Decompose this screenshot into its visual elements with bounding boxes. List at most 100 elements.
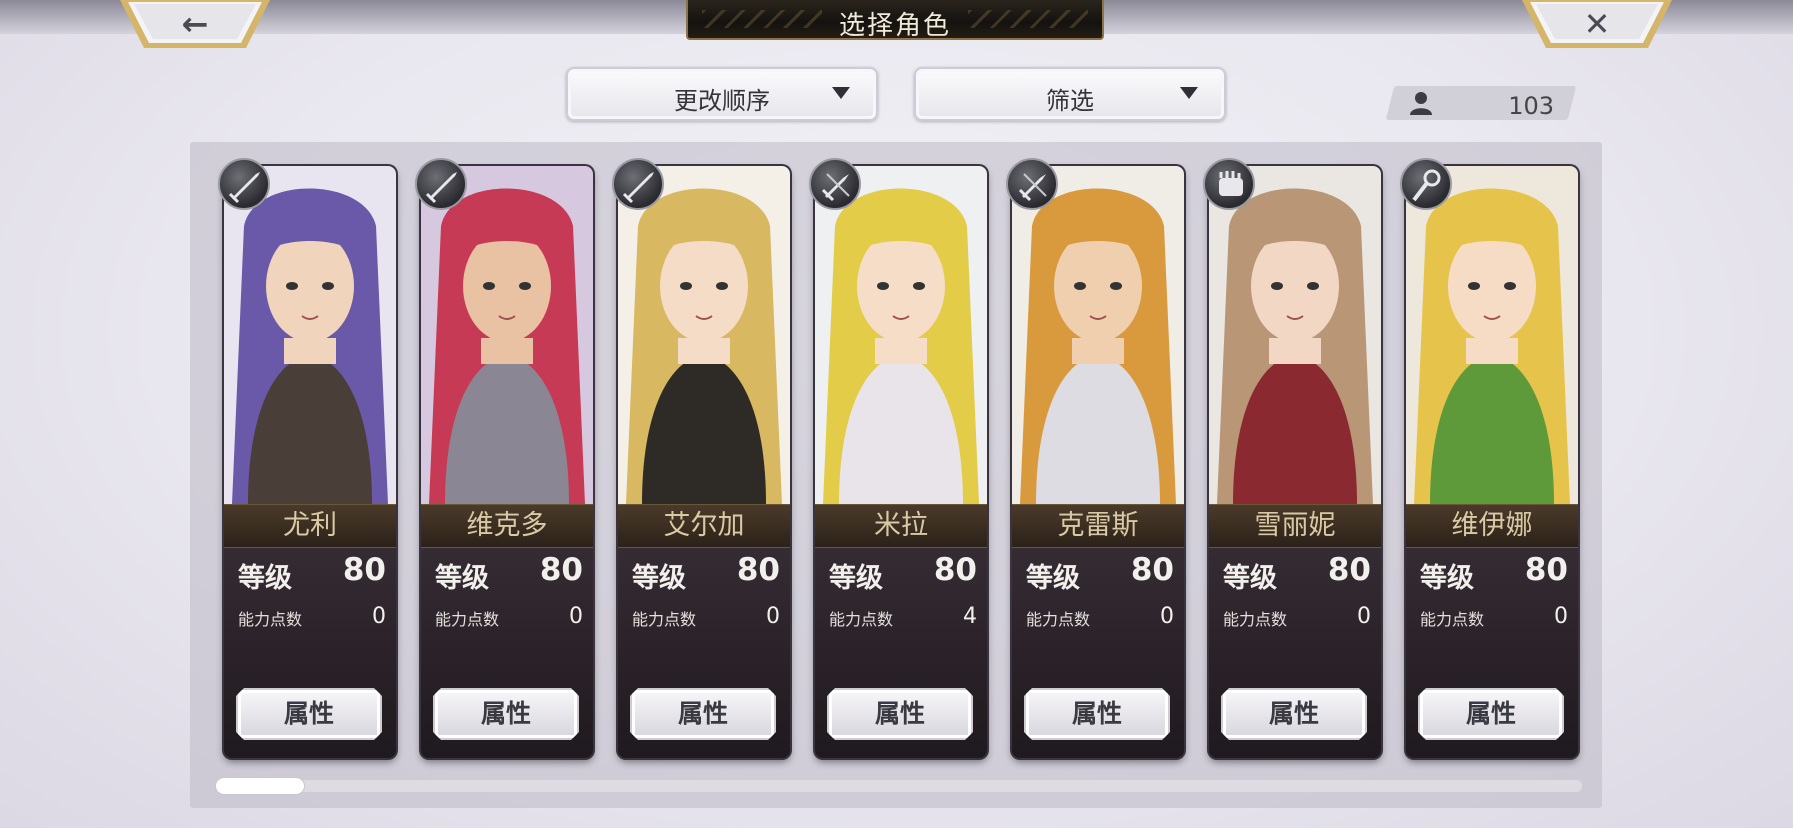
horizontal-scrollbar-thumb[interactable] <box>216 778 304 794</box>
ability-points-row: 能力点数 0 <box>1223 602 1371 632</box>
character-name-bar: 克雷斯 <box>1012 504 1184 548</box>
sort-order-label: 更改顺序 <box>674 87 770 115</box>
character-name: 艾尔加 <box>663 510 745 541</box>
ability-points-label: 能力点数 <box>829 610 894 629</box>
page-title: 选择角色 <box>838 11 951 41</box>
dagger-icon <box>1006 158 1058 210</box>
level-label: 等级 <box>1223 563 1277 594</box>
level-value: 80 <box>1524 552 1568 588</box>
character-name-bar: 雪丽妮 <box>1209 504 1381 548</box>
character-name: 克雷斯 <box>1057 510 1139 541</box>
staff-icon <box>1400 158 1452 210</box>
level-value: 80 <box>736 552 780 588</box>
close-icon: ✕ <box>1583 5 1611 43</box>
sword-icon <box>612 158 664 210</box>
dagger-icon <box>809 158 861 210</box>
ability-points-label: 能力点数 <box>632 610 697 629</box>
attributes-button-label: 属性 <box>1071 699 1122 728</box>
ability-points-row: 能力点数 0 <box>1420 602 1568 632</box>
attributes-button-label: 属性 <box>1268 699 1319 728</box>
character-name: 雪丽妮 <box>1254 510 1336 541</box>
ability-points-row: 能力点数 4 <box>829 602 977 632</box>
horizontal-scrollbar-track[interactable] <box>216 780 1582 792</box>
character-card[interactable]: 克雷斯等级 80 能力点数 0 属性 <box>1012 166 1184 758</box>
ability-points-value: 4 <box>963 604 977 629</box>
character-card[interactable]: 尤利等级 80 能力点数 0 属性 <box>224 166 396 758</box>
gauntlet-icon <box>1203 158 1255 210</box>
attributes-button[interactable]: 属性 <box>236 688 382 740</box>
level-row: 等级 80 <box>829 552 977 594</box>
ability-points-label: 能力点数 <box>1420 610 1485 629</box>
level-row: 等级 80 <box>1223 552 1371 594</box>
level-value: 80 <box>342 552 386 588</box>
attributes-button[interactable]: 属性 <box>1024 688 1170 740</box>
level-label: 等级 <box>829 563 883 594</box>
attributes-button-label: 属性 <box>874 699 925 728</box>
ability-points-row: 能力点数 0 <box>238 602 386 632</box>
level-row: 等级 80 <box>1026 552 1174 594</box>
character-portrait <box>421 166 593 504</box>
ability-points-label: 能力点数 <box>238 610 303 629</box>
sort-order-dropdown[interactable]: 更改顺序 <box>566 67 878 121</box>
attributes-button-label: 属性 <box>1465 699 1516 728</box>
back-button[interactable]: ← <box>120 0 270 50</box>
attributes-button-label: 属性 <box>677 699 728 728</box>
close-button[interactable]: ✕ <box>1522 0 1672 50</box>
attributes-button-label: 属性 <box>480 699 531 728</box>
character-portrait <box>815 166 987 504</box>
arrow-left-icon: ← <box>181 5 209 43</box>
character-name-bar: 维克多 <box>421 504 593 548</box>
person-icon <box>1410 92 1432 115</box>
level-row: 等级 80 <box>632 552 780 594</box>
ability-points-row: 能力点数 0 <box>632 602 780 632</box>
chevron-down-icon <box>1180 87 1198 99</box>
ability-points-value: 0 <box>1357 604 1371 629</box>
attributes-button[interactable]: 属性 <box>433 688 579 740</box>
attributes-button[interactable]: 属性 <box>1221 688 1367 740</box>
character-count: 103 <box>1508 92 1554 120</box>
filter-label: 筛选 <box>1046 87 1094 115</box>
level-label: 等级 <box>632 563 686 594</box>
level-row: 等级 80 <box>238 552 386 594</box>
ability-points-value: 0 <box>766 604 780 629</box>
character-card[interactable]: 维伊娜等级 80 能力点数 0 属性 <box>1406 166 1578 758</box>
level-value: 80 <box>1130 552 1174 588</box>
character-name: 米拉 <box>874 510 928 541</box>
character-name: 维伊娜 <box>1451 510 1533 541</box>
character-portrait <box>1209 166 1381 504</box>
character-card[interactable]: 维克多等级 80 能力点数 0 属性 <box>421 166 593 758</box>
attributes-button[interactable]: 属性 <box>827 688 973 740</box>
ability-points-value: 0 <box>1554 604 1568 629</box>
level-value: 80 <box>933 552 977 588</box>
ability-points-row: 能力点数 0 <box>1026 602 1174 632</box>
filter-dropdown[interactable]: 筛选 <box>914 67 1226 121</box>
sword-icon <box>218 158 270 210</box>
ability-points-label: 能力点数 <box>435 610 500 629</box>
character-portrait <box>1012 166 1184 504</box>
level-label: 等级 <box>1420 563 1474 594</box>
ability-points-value: 0 <box>569 604 583 629</box>
character-name-bar: 米拉 <box>815 504 987 548</box>
ability-points-label: 能力点数 <box>1223 610 1288 629</box>
sword-icon <box>415 158 467 210</box>
character-card[interactable]: 米拉等级 80 能力点数 4 属性 <box>815 166 987 758</box>
character-name-bar: 艾尔加 <box>618 504 790 548</box>
attributes-button[interactable]: 属性 <box>1418 688 1564 740</box>
character-card[interactable]: 艾尔加等级 80 能力点数 0 属性 <box>618 166 790 758</box>
character-card[interactable]: 雪丽妮等级 80 能力点数 0 属性 <box>1209 166 1381 758</box>
chevron-down-icon <box>832 87 850 99</box>
ability-points-label: 能力点数 <box>1026 610 1091 629</box>
level-label: 等级 <box>238 563 292 594</box>
attributes-button[interactable]: 属性 <box>630 688 776 740</box>
character-name: 维克多 <box>466 510 548 541</box>
character-portrait <box>224 166 396 504</box>
level-label: 等级 <box>435 563 489 594</box>
character-name-bar: 尤利 <box>224 504 396 548</box>
level-row: 等级 80 <box>1420 552 1568 594</box>
level-row: 等级 80 <box>435 552 583 594</box>
character-portrait <box>1406 166 1578 504</box>
character-name-bar: 维伊娜 <box>1406 504 1578 548</box>
level-label: 等级 <box>1026 563 1080 594</box>
character-name: 尤利 <box>283 510 337 541</box>
ability-points-row: 能力点数 0 <box>435 602 583 632</box>
